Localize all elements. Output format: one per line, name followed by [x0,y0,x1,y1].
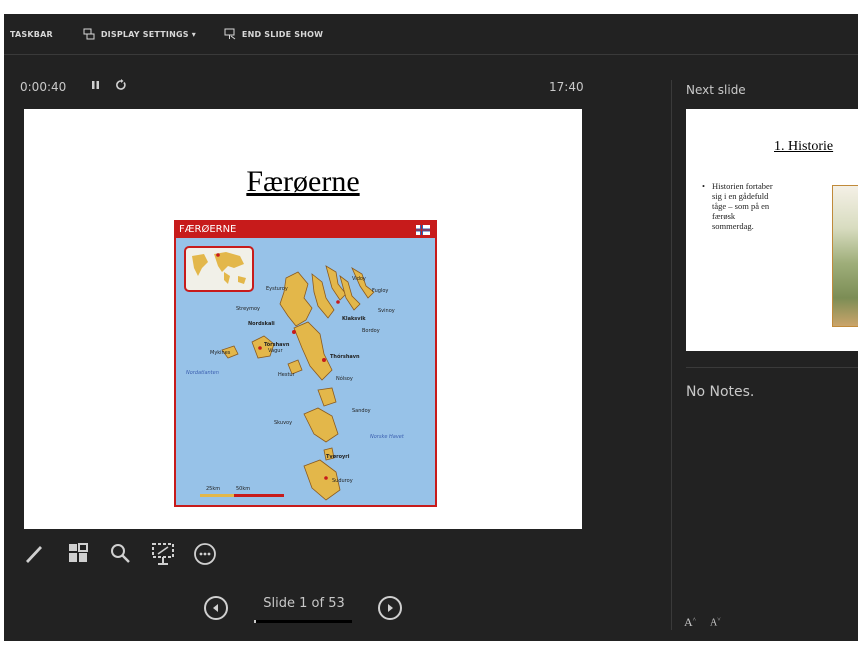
place-label: Vidoy [352,276,366,282]
scale-label: 25km [206,486,221,492]
top-toolbar: TASKBAR DISPLAY SETTINGS ▾ END SLIDE SHO… [4,14,858,55]
elapsed-timer: 0:00:40 [20,80,67,94]
display-settings-label: DISPLAY SETTINGS ▾ [100,29,196,39]
display-settings-button[interactable]: DISPLAY SETTINGS ▾ [83,28,196,40]
slide-progress-bar [254,620,352,623]
presenter-view-icon[interactable] [150,541,176,567]
prev-slide-button[interactable] [204,596,228,620]
place-label: Vagur [268,348,283,354]
clock: 17:40 [549,80,584,94]
end-slideshow-button[interactable]: END SLIDE SHOW [224,28,323,40]
end-slideshow-label: END SLIDE SHOW [241,29,324,39]
place-label: Tvøroyri [326,454,350,460]
display-settings-icon [83,28,95,40]
scale-label: 50km [236,486,251,492]
slides-grid-icon[interactable] [66,541,90,565]
next-slide-button[interactable] [378,596,402,620]
next-slide-image [832,185,858,327]
place-label: Eysturoy [266,286,288,292]
presenter-view: TASKBAR DISPLAY SETTINGS ▾ END SLIDE SHO… [4,14,858,641]
place-label: Nólsoy [336,376,353,382]
end-slideshow-icon [224,28,236,40]
zoom-icon[interactable] [108,541,132,565]
place-label: Streymoy [236,306,261,312]
place-label: Skuvoy [274,420,293,426]
slide-progress-fill [254,620,256,623]
map-header-title: FÆRØERNE [179,224,237,235]
next-slide-text: Historien fortaber sig i en gådefuld tåg… [712,181,773,231]
next-slide-preview[interactable]: 1. Historie • Historien fortaber sig i e… [686,109,858,351]
next-slide-icon [388,604,393,612]
sea-label: Norske Havet [370,434,404,440]
screen: TASKBAR DISPLAY SETTINGS ▾ END SLIDE SHO… [0,0,858,645]
pause-icon[interactable] [90,78,102,92]
place-label: Thórshavn [330,354,360,360]
restart-icon[interactable] [114,78,128,92]
notes-divider [686,367,858,368]
increase-font-button[interactable]: A˄ [684,615,696,630]
next-slide-bullet: • [702,181,705,191]
place-label: Hestur [278,372,295,378]
prev-slide-icon [213,604,218,612]
slide-title: Færøerne [246,165,360,198]
current-slide[interactable]: Færøerne FÆRØERNE Vidoy Eysturoy Fugloy … [24,109,582,529]
taskbar-label: TASKBAR [10,29,53,39]
faroe-flag-icon [416,225,430,235]
place-label: Klaksvik [342,316,366,322]
place-label: Sandoy [352,408,371,414]
next-slide-title: 1. Historie [774,139,834,154]
speaker-notes: No Notes. [686,384,755,400]
decrease-font-button[interactable]: A˅ [710,617,721,628]
place-label: Bordoy [362,328,380,334]
pen-icon[interactable] [22,541,46,565]
next-slide-label: Next slide [686,83,746,97]
more-options-icon[interactable] [192,541,218,567]
slide-counter: Slide 1 of 53 [263,596,345,611]
place-label: Suduroy [332,478,353,484]
place-label: Svinoy [378,308,395,314]
sea-label: Nordatlanten [186,370,219,376]
place-label: Mykines [210,350,231,356]
increase-font-label: A [684,615,693,629]
panel-divider [671,80,672,630]
place-label: Fugloy [372,288,389,294]
map-header: FÆRØERNE [176,222,435,238]
place-label: Nordskali [248,321,275,327]
faroe-islands-map: FÆRØERNE Vidoy Eysturoy Fugloy Streymoy … [174,220,437,507]
taskbar-button[interactable]: TASKBAR [10,30,53,39]
